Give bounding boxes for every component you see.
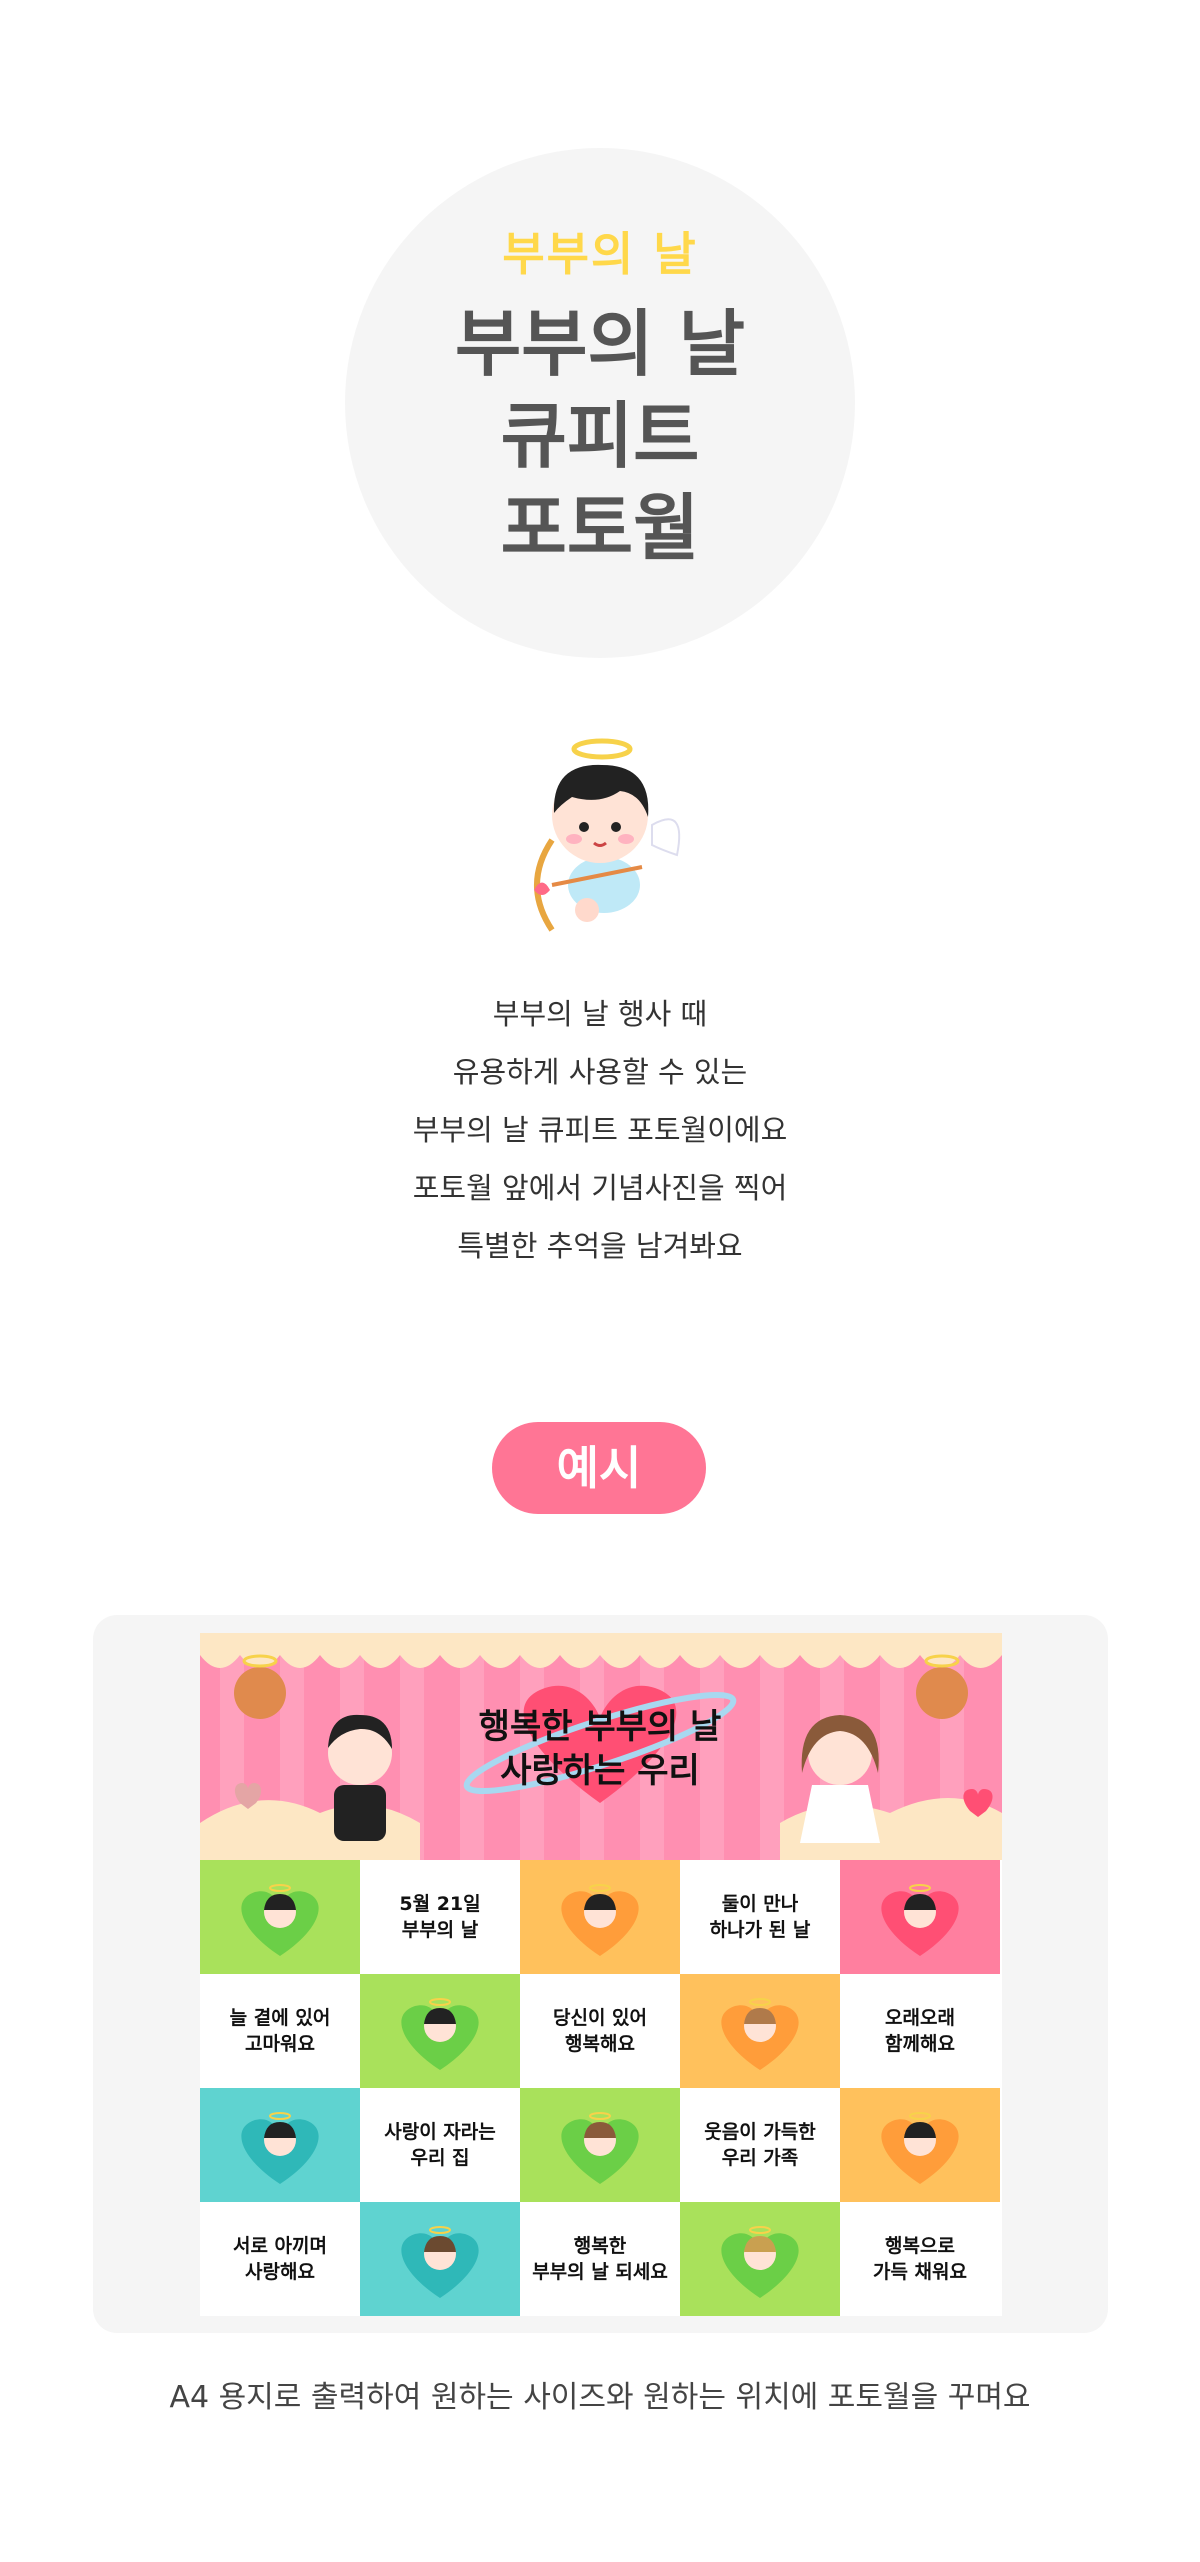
message-line: 고마워요 <box>245 2033 315 2055</box>
cupid-tile <box>520 1860 680 1974</box>
message-line: 당신이 있어 <box>552 2007 647 2029</box>
cupid-tile <box>840 1860 1000 1974</box>
hero-title-line: 부부의 날 <box>454 302 746 386</box>
message-tile: 서로 아끼며사랑해요 <box>200 2202 360 2316</box>
message-line: 행복으로 <box>885 2235 955 2257</box>
cupid-tile <box>680 1974 840 2088</box>
message-line: 행복한 <box>573 2235 627 2257</box>
message-line: 부부의 날 되세요 <box>532 2261 668 2283</box>
message-line: 서로 아끼며 <box>232 2235 327 2257</box>
message-line: 웃음이 가득한 <box>704 2121 816 2143</box>
hero-title-line: 큐피트 <box>500 394 700 478</box>
poster-title-line: 행복한 부부의 날 <box>478 1707 722 1747</box>
description-line: 특별한 추억을 남겨봐요 <box>457 1229 743 1263</box>
hero-title-line: 포토월 <box>500 486 700 570</box>
cupid-tile <box>360 1974 520 2088</box>
poster-title-line: 사랑하는 우리 <box>500 1751 700 1791</box>
footer-caption: A4 용지로 출력하여 원하는 사이즈와 원하는 위치에 포토월을 꾸며요 <box>169 2380 1031 2415</box>
description-line: 포토월 앞에서 기념사진을 찍어 <box>412 1171 788 1205</box>
message-line: 사랑해요 <box>245 2261 315 2283</box>
example-button[interactable]: 예시 <box>492 1422 706 1514</box>
poster-title: 행복한 부부의 날 사랑하는 우리 <box>430 1705 770 1793</box>
message-line: 하나가 된 날 <box>709 1919 811 1941</box>
message-grid: 5월 21일부부의 날 둘이 만나하나가 된 날 늘 곁에 있어고마워요 당신이… <box>200 1860 1002 2316</box>
hero-title: 부부의 날 큐피트 포토월 <box>345 298 855 574</box>
message-line: 함께해요 <box>885 2033 955 2055</box>
message-line: 늘 곁에 있어 <box>229 2007 331 2029</box>
description-line: 유용하게 사용할 수 있는 <box>452 1055 748 1089</box>
message-line: 우리 가족 <box>721 2147 799 2169</box>
description: 부부의 날 행사 때 유용하게 사용할 수 있는 부부의 날 큐피트 포토월이에… <box>300 985 900 1275</box>
cupid-tile <box>200 2088 360 2202</box>
message-line: 오래오래 <box>885 2007 955 2029</box>
message-tile: 사랑이 자라는우리 집 <box>360 2088 520 2202</box>
message-tile: 웃음이 가득한우리 가족 <box>680 2088 840 2202</box>
cupid-tile <box>840 2088 1000 2202</box>
message-line: 5월 21일 <box>399 1893 481 1915</box>
message-tile: 늘 곁에 있어고마워요 <box>200 1974 360 2088</box>
message-tile: 행복으로가득 채워요 <box>840 2202 1000 2316</box>
message-line: 사랑이 자라는 <box>384 2121 496 2143</box>
cupid-tile <box>680 2202 840 2316</box>
message-tile: 당신이 있어행복해요 <box>520 1974 680 2088</box>
cupid-tile <box>360 2202 520 2316</box>
description-line: 부부의 날 행사 때 <box>492 997 708 1031</box>
message-tile: 둘이 만나하나가 된 날 <box>680 1860 840 1974</box>
message-line: 가득 채워요 <box>872 2261 967 2283</box>
message-line: 부부의 날 <box>401 1919 479 1941</box>
message-tile: 오래오래함께해요 <box>840 1974 1000 2088</box>
hero-subtitle: 부부의 날 <box>502 227 698 281</box>
message-line: 우리 집 <box>410 2147 470 2169</box>
description-line: 부부의 날 큐피트 포토월이에요 <box>412 1113 788 1147</box>
message-tile: 5월 21일부부의 날 <box>360 1860 520 1974</box>
photo-wall-poster: 행복한 부부의 날 사랑하는 우리 5월 21일부부의 날 둘이 만나하나가 된… <box>200 1633 1002 2316</box>
cupid-tile <box>200 1860 360 1974</box>
message-tile: 행복한부부의 날 되세요 <box>520 2202 680 2316</box>
cupid-tile <box>520 2088 680 2202</box>
message-line: 행복해요 <box>565 2033 635 2055</box>
message-line: 둘이 만나 <box>721 1893 799 1915</box>
cupid-illustration <box>534 738 681 932</box>
